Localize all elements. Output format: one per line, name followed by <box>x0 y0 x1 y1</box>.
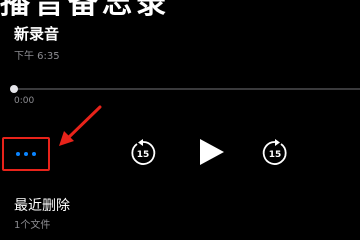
skip-back-15-button[interactable]: 15 <box>128 138 158 168</box>
skip-forward-15-button[interactable]: 15 <box>260 138 290 168</box>
folder-file-count: 1个文件 <box>14 220 51 231</box>
skip-forward-seconds: 15 <box>269 150 282 160</box>
skip-back-seconds: 15 <box>137 150 150 160</box>
folder-recently-deleted[interactable]: 最近删除 <box>14 195 70 215</box>
play-button[interactable] <box>197 138 225 166</box>
play-icon <box>200 139 224 165</box>
